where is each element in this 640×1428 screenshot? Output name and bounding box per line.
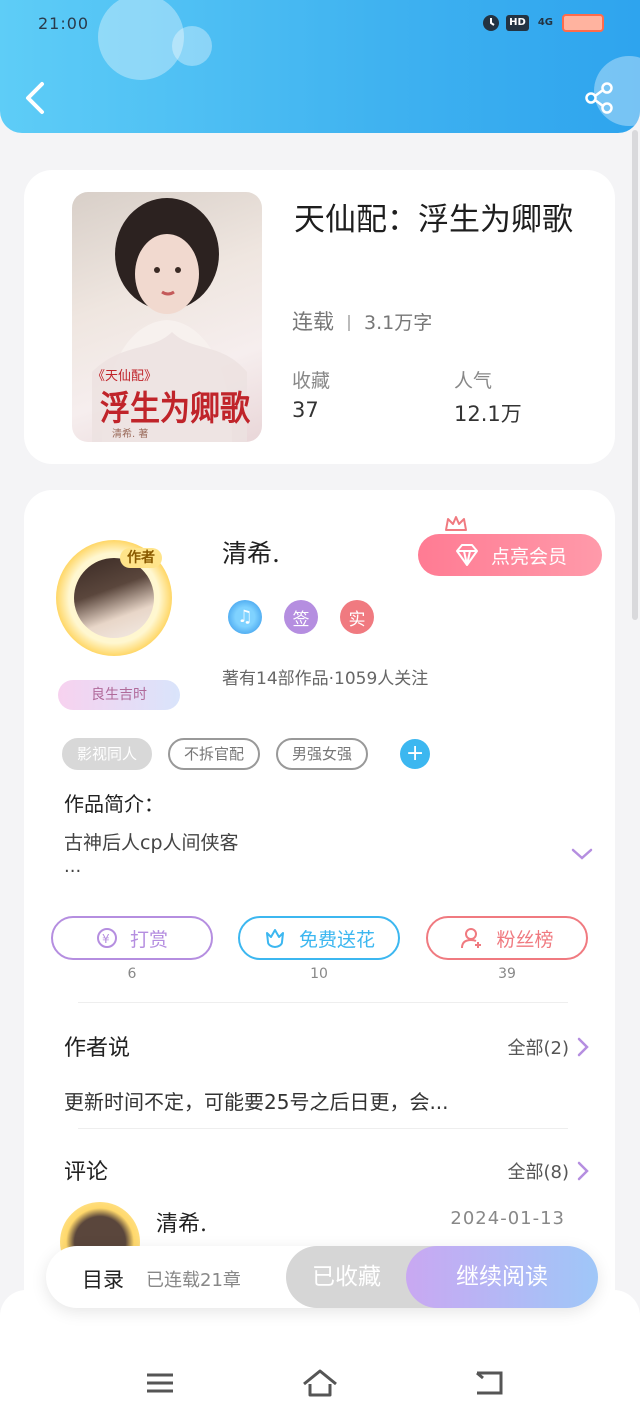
divider (78, 1002, 568, 1003)
signed-badge[interactable]: 签 (284, 600, 318, 634)
divider (78, 1128, 568, 1129)
author-badge: 作者 (120, 548, 162, 568)
cover-main-title: 浮生为卿歌 (100, 389, 251, 429)
flower-icon (265, 929, 284, 948)
chevron-right-icon (577, 1037, 589, 1057)
reading-bar: 目录 已连载21章 已收藏 继续阅读 (46, 1246, 598, 1308)
comments-more[interactable]: 全部(8) (508, 1158, 590, 1184)
medal-icon[interactable]: ♫ (228, 600, 262, 634)
network-icon: 4G (537, 17, 553, 28)
fan-ranking-label: 粉丝榜 (496, 928, 554, 951)
comments-more-label: 全部(8) (507, 1162, 570, 1183)
flower-count: 10 (310, 966, 328, 982)
cover-series: 《天仙配》 (92, 369, 157, 384)
comments-title: 评论 (64, 1160, 109, 1185)
diamond-icon (455, 544, 478, 566)
popularity-label: 人气 (454, 370, 493, 392)
decor-bubble (172, 26, 212, 66)
vip-button[interactable]: 点亮会员 (418, 534, 602, 576)
author-info: 著有14部作品·1059人关注 (222, 669, 429, 689)
author-says-title: 作者说 (64, 1036, 131, 1061)
coin-icon: ¥ (96, 928, 117, 948)
alarm-icon (483, 15, 500, 31)
intro-text: 古神后人cp人间侠客 (64, 832, 239, 854)
intro-label: 作品简介： (64, 792, 164, 816)
system-nav-bar (0, 1290, 640, 1428)
tag-item[interactable]: 不拆官配 (168, 738, 261, 770)
tag-item[interactable]: 影视同人 (62, 738, 153, 770)
book-cover[interactable]: 《天仙配》 浮生为卿歌 清希. 著 (72, 192, 262, 442)
comment-date: 2024-01-13 (450, 1208, 565, 1229)
user-icon (461, 928, 482, 949)
author-motto: 良生吉时 (58, 680, 180, 710)
send-flower-label: 免费送花 (298, 928, 375, 951)
menu-icon[interactable] (146, 1372, 174, 1394)
send-flower-button[interactable]: 免费送花 (238, 916, 400, 960)
home-icon[interactable] (302, 1368, 338, 1398)
hd-icon: HD (506, 15, 529, 31)
back-icon[interactable] (22, 80, 48, 116)
tag-list: 影视同人 不拆官配 男强女强 + (62, 738, 431, 770)
toc-info: 已连载21章 (146, 1270, 241, 1291)
author-says-more-label: 全部(2) (507, 1038, 570, 1059)
back-nav-icon[interactable] (474, 1370, 504, 1396)
fan-ranking-button[interactable]: 粉丝榜 (426, 916, 588, 960)
book-title: 天仙配：浮生为卿歌 (294, 202, 573, 238)
popularity-value: 12.1万 (454, 402, 522, 426)
add-tag-button[interactable]: + (400, 739, 431, 769)
top-header: 21:00 HD 4G (0, 0, 640, 133)
fan-count: 39 (498, 966, 516, 982)
scrollbar[interactable] (632, 130, 638, 620)
status-icons: HD 4G (482, 14, 604, 32)
vip-label: 点亮会员 (490, 545, 567, 568)
author-says-more[interactable]: 全部(2) (508, 1034, 590, 1060)
author-name[interactable]: 清希. (222, 534, 280, 570)
status-time: 21:00 (38, 14, 90, 33)
chevron-right-icon (577, 1161, 589, 1181)
chevron-down-icon[interactable] (570, 846, 594, 862)
svg-text:¥: ¥ (102, 932, 110, 946)
collect-label: 收藏 (292, 370, 331, 392)
tip-label: 打赏 (129, 928, 168, 951)
decor-bubble (98, 0, 184, 80)
battery-icon (562, 14, 604, 32)
commenter-name: 清希. (156, 1212, 207, 1237)
share-icon[interactable] (584, 82, 614, 114)
divider (348, 315, 350, 331)
tip-button[interactable]: ¥ 打赏 (51, 916, 213, 960)
book-status: 连载 3.1万字 (292, 306, 432, 336)
author-badges: ♫ 签 实 (228, 600, 374, 634)
continue-reading-button[interactable]: 继续阅读 (406, 1246, 598, 1308)
cover-author: 清希. 著 (112, 427, 148, 440)
book-info-card: 《天仙配》 浮生为卿歌 清希. 著 天仙配：浮生为卿歌 连载 3.1万字 收藏 3… (24, 170, 615, 464)
toc-button[interactable]: 目录 (82, 1264, 124, 1294)
tip-count: 6 (127, 966, 137, 982)
collect-value: 37 (292, 398, 319, 422)
serial-status: 连载 (292, 310, 334, 334)
intro-ellipsis: ... (64, 856, 82, 877)
word-count: 3.1万字 (364, 312, 433, 334)
verified-badge[interactable]: 实 (340, 600, 374, 634)
author-says-text[interactable]: 更新时间不定，可能要25号之后日更，会... (64, 1086, 449, 1115)
tag-item[interactable]: 男强女强 (276, 738, 369, 770)
crown-icon (445, 516, 467, 531)
author-avatar (74, 558, 154, 638)
cover-art: 《天仙配》 浮生为卿歌 清希. 著 (92, 198, 251, 442)
